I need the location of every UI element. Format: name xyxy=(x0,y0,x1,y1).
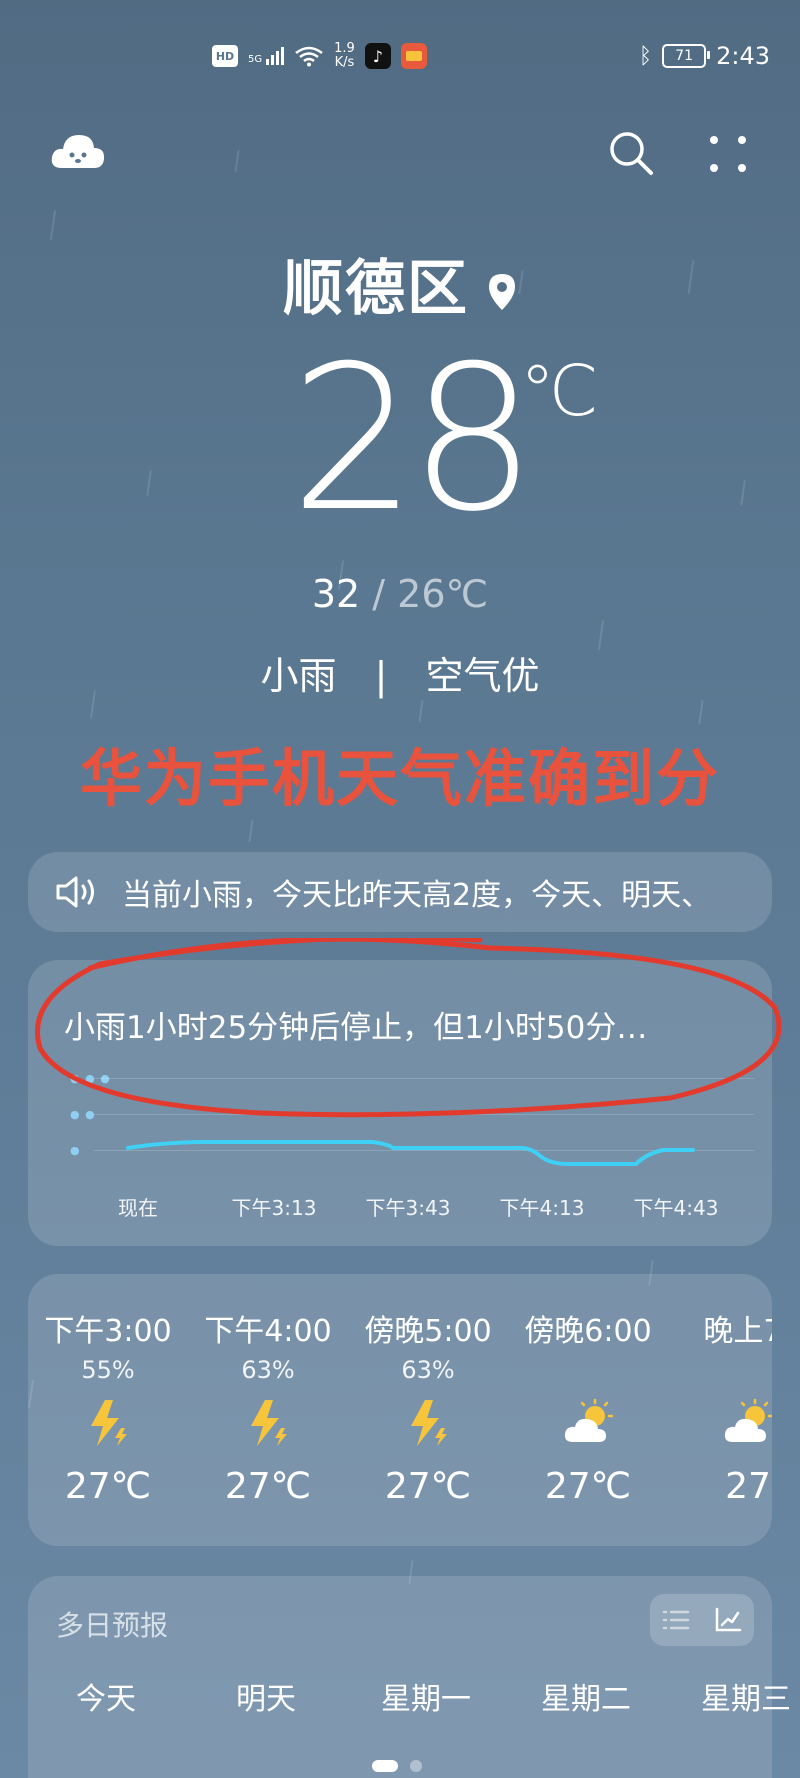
more-menu-icon[interactable] xyxy=(708,134,748,174)
time-label: 现在 xyxy=(118,1196,158,1220)
network-type: 5G xyxy=(248,54,263,65)
condition-line: 小雨 | 空气优 xyxy=(260,654,540,698)
annotation-circle xyxy=(35,938,782,1118)
list-view-icon[interactable] xyxy=(662,1608,690,1632)
time-label: 下午3:43 xyxy=(365,1196,451,1220)
page-dot-active xyxy=(372,1760,398,1772)
time-label: 下午4:43 xyxy=(633,1196,719,1220)
high-temp: 32 xyxy=(311,572,361,616)
thunder-icon xyxy=(411,1400,447,1446)
speaker-icon[interactable] xyxy=(54,875,98,909)
daily-forecast-title: 多日预报 xyxy=(56,1609,169,1642)
day-label[interactable]: 星期一 xyxy=(381,1674,471,1718)
battery-indicator: 71 xyxy=(662,44,711,68)
promo-banner: 华为手机天气准确到分 xyxy=(79,742,720,815)
time-label: 下午4:13 xyxy=(499,1196,585,1220)
current-temperature: 28 xyxy=(290,323,536,556)
day-label[interactable]: 明天 xyxy=(236,1674,296,1718)
location-pin-icon xyxy=(489,274,515,311)
status-bar: HD 5G 1.9 K/s ♪ ᛒ 71 2:43 xyxy=(0,0,800,120)
view-toggle[interactable] xyxy=(650,1594,754,1646)
voice-broadcast-card[interactable]: 当前小雨，今天比昨天高2度，今天、明天、 xyxy=(28,852,772,932)
search-icon[interactable] xyxy=(608,130,654,176)
low-temp: 26℃ xyxy=(397,572,489,616)
weather-cloud-icon[interactable] xyxy=(50,130,106,170)
hourly-forecast-card[interactable]: 下午3:00 55% 27℃ 下午4:00 63% 27℃ 傍晚5:00 63%… xyxy=(28,1274,772,1546)
daily-forecast-card[interactable]: 多日预报 今天 明天 星期一 星期二 星期三 xyxy=(28,1576,791,1778)
page-indicator xyxy=(372,1760,422,1772)
air-quality[interactable]: 空气优 xyxy=(426,654,540,698)
condition-text: 小雨 xyxy=(260,654,337,698)
time-axis: 现在 下午3:13 下午3:43 下午4:13 下午4:43 xyxy=(28,1192,772,1222)
clock: 2:43 xyxy=(716,42,770,70)
app-notification-icon xyxy=(400,43,427,69)
partly-cloudy-icon xyxy=(724,1398,772,1442)
partly-cloudy-icon xyxy=(564,1398,613,1442)
hd-badge: HD xyxy=(212,45,238,67)
time-label: 下午3:13 xyxy=(231,1196,317,1220)
bluetooth-icon: ᛒ xyxy=(638,43,653,69)
signal-icon: 5G xyxy=(248,47,285,65)
city-name[interactable]: 顺德区 xyxy=(0,240,800,327)
city-label: 顺德区 xyxy=(283,254,469,324)
tiktok-icon: ♪ xyxy=(364,43,391,69)
broadcast-text: 当前小雨，今天比昨天高2度，今天、明天、 xyxy=(122,878,712,913)
wifi-icon xyxy=(295,46,323,67)
thunder-icon xyxy=(251,1400,287,1446)
temperature-unit: ℃ xyxy=(520,350,599,432)
chart-view-icon[interactable] xyxy=(714,1607,742,1633)
day-label[interactable]: 星期二 xyxy=(541,1674,631,1718)
page-dot xyxy=(410,1760,422,1772)
day-label[interactable]: 今天 xyxy=(76,1674,136,1718)
high-low-temperature: 32 / 26℃ xyxy=(311,572,489,616)
network-speed: 1.9 K/s xyxy=(334,41,355,70)
thunder-icon xyxy=(91,1400,127,1446)
day-label[interactable]: 星期三 xyxy=(701,1674,791,1718)
